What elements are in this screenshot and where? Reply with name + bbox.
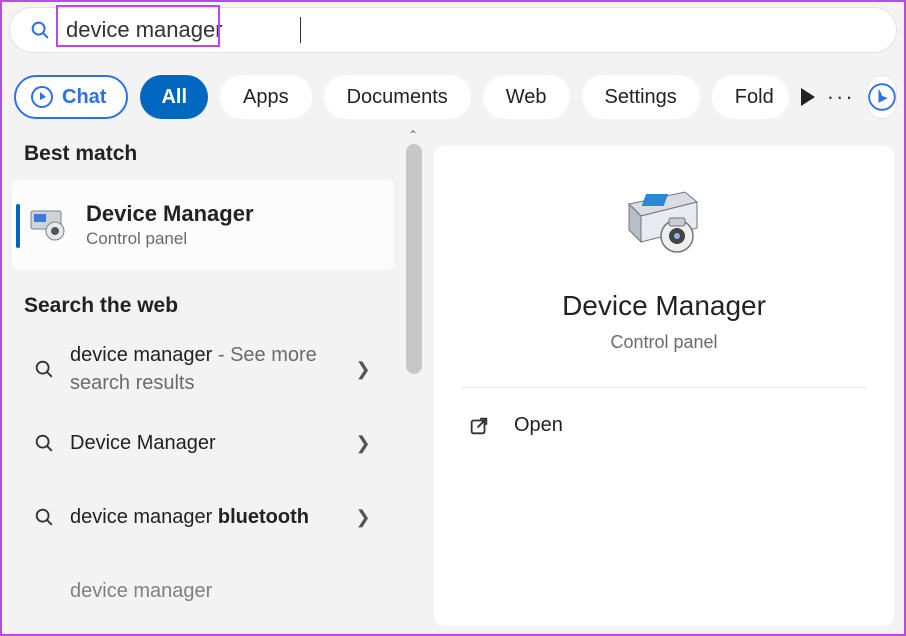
search-icon bbox=[18, 506, 70, 528]
web-result-prefix: device manager bbox=[70, 506, 218, 528]
search-input-wrap bbox=[60, 13, 886, 47]
details-panel: Device Manager Control panel Open bbox=[434, 146, 894, 626]
details-column: Device Manager Control panel Open bbox=[424, 132, 904, 634]
web-result-label: device manager bbox=[70, 577, 378, 605]
results-column: ⌃ Best match Device Manager Cont bbox=[2, 132, 424, 634]
web-result-1[interactable]: Device Manager ❯ bbox=[14, 406, 382, 480]
best-match-title: Device Manager bbox=[86, 201, 254, 227]
selection-accent bbox=[16, 204, 20, 248]
filter-scroll-right[interactable] bbox=[801, 75, 815, 119]
filter-chat-label: Chat bbox=[62, 86, 106, 109]
filter-documents[interactable]: Documents bbox=[324, 75, 471, 119]
scrollbar-thumb[interactable] bbox=[406, 144, 422, 374]
details-title: Device Manager bbox=[562, 290, 766, 322]
web-result-prefix: Device Manager bbox=[70, 432, 216, 454]
scrollbar[interactable] bbox=[406, 144, 422, 624]
best-match-item[interactable]: Device Manager Control panel bbox=[12, 180, 394, 270]
filter-folders[interactable]: Fold bbox=[712, 75, 789, 119]
web-result-label: Device Manager bbox=[70, 429, 348, 457]
details-hero: Device Manager Control panel bbox=[462, 186, 866, 353]
open-external-icon bbox=[468, 415, 490, 437]
bing-icon bbox=[868, 83, 896, 111]
filter-web-label: Web bbox=[506, 86, 547, 109]
filter-all[interactable]: All bbox=[140, 75, 208, 119]
filter-documents-label: Documents bbox=[347, 86, 448, 109]
web-result-label: device manager bluetooth bbox=[70, 503, 348, 531]
play-icon bbox=[801, 88, 815, 106]
best-match-heading: Best match bbox=[2, 132, 424, 180]
filter-web[interactable]: Web bbox=[483, 75, 570, 119]
more-icon: ··· bbox=[827, 84, 855, 110]
web-result-bold: bluetooth bbox=[218, 506, 309, 528]
search-window: Chat All Apps Documents Web Settings Fol… bbox=[0, 0, 906, 636]
search-icon bbox=[26, 19, 54, 41]
filter-chat[interactable]: Chat bbox=[14, 75, 128, 119]
filter-settings-label: Settings bbox=[605, 86, 677, 109]
filter-folders-label: Fold bbox=[735, 86, 774, 109]
filter-settings[interactable]: Settings bbox=[582, 75, 700, 119]
best-match-subtitle: Control panel bbox=[86, 229, 254, 249]
search-bar[interactable] bbox=[9, 7, 897, 53]
search-web-heading: Search the web bbox=[2, 270, 424, 332]
details-subtitle: Control panel bbox=[610, 332, 717, 353]
search-input[interactable] bbox=[60, 13, 300, 47]
web-result-prefix: device manager bbox=[70, 580, 212, 602]
open-label: Open bbox=[514, 414, 563, 437]
filter-all-label: All bbox=[161, 86, 187, 109]
search-icon bbox=[18, 432, 70, 454]
device-manager-icon bbox=[619, 186, 709, 260]
web-result-0[interactable]: device manager - See more search results… bbox=[14, 332, 382, 406]
chevron-right-icon[interactable]: ❯ bbox=[348, 359, 378, 380]
open-action[interactable]: Open bbox=[462, 388, 866, 437]
web-result-label: device manager - See more search results bbox=[70, 341, 348, 397]
chevron-right-icon[interactable]: ❯ bbox=[348, 433, 378, 454]
filter-apps[interactable]: Apps bbox=[220, 75, 312, 119]
scroll-up-arrow[interactable]: ⌃ bbox=[406, 128, 420, 142]
bing-chat-icon bbox=[30, 85, 54, 109]
filter-row: Chat All Apps Documents Web Settings Fol… bbox=[14, 74, 892, 120]
filter-apps-label: Apps bbox=[243, 86, 289, 109]
search-icon bbox=[18, 358, 70, 380]
web-result-2[interactable]: device manager bluetooth ❯ bbox=[14, 480, 382, 554]
text-caret bbox=[300, 17, 301, 43]
best-match-text: Device Manager Control panel bbox=[86, 201, 254, 249]
web-result-3[interactable]: device manager bbox=[14, 554, 382, 628]
web-result-prefix: device manager bbox=[70, 344, 212, 366]
bing-button[interactable] bbox=[867, 75, 897, 119]
content-area: ⌃ Best match Device Manager Cont bbox=[2, 132, 904, 634]
chevron-right-icon[interactable]: ❯ bbox=[348, 507, 378, 528]
filter-overflow[interactable]: ··· bbox=[827, 75, 855, 119]
device-manager-icon bbox=[28, 205, 68, 245]
